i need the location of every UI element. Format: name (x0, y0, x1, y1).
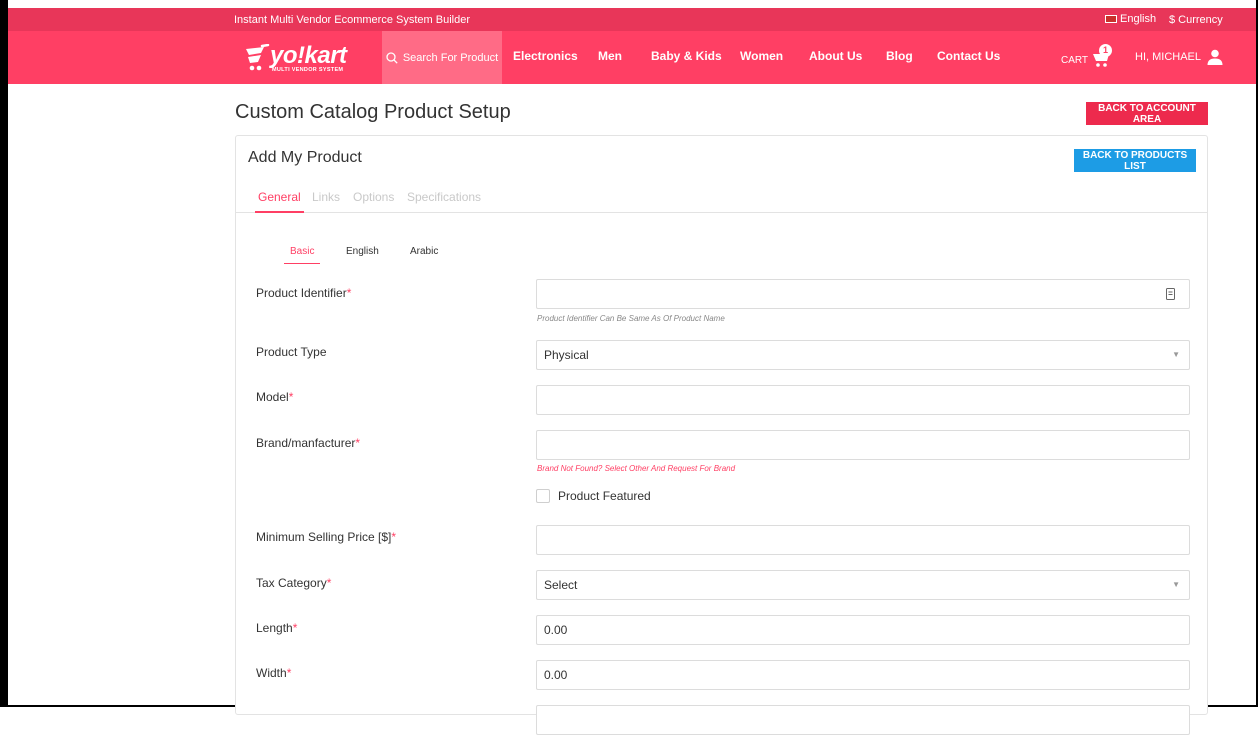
model-label: Model* (256, 390, 294, 404)
brand-input[interactable] (536, 430, 1190, 460)
nav-about-us[interactable]: About Us (809, 49, 862, 63)
width-label: Width* (256, 666, 292, 680)
product-featured-label: Product Featured (558, 489, 651, 503)
nav-baby-kids[interactable]: Baby & Kids (651, 49, 722, 63)
subtab-basic[interactable]: Basic (283, 246, 322, 264)
product-type-label: Product Type (256, 345, 327, 359)
length-input[interactable]: 0.00 (536, 615, 1190, 645)
product-form-card: Add My Product BACK TO PRODUCTS LIST Gen… (235, 135, 1208, 735)
tax-category-select[interactable]: Select ▼ (536, 570, 1190, 600)
cart-count-badge: 1 (1099, 44, 1112, 57)
tax-category-label: Tax Category* (256, 576, 332, 590)
nav-women[interactable]: Women (740, 49, 783, 63)
brand-help-link[interactable]: Brand Not Found? Select Other And Reques… (537, 464, 735, 473)
model-input[interactable] (536, 385, 1190, 415)
window-frame-left (0, 0, 8, 707)
logo-cart-icon (244, 43, 270, 79)
back-to-products-button[interactable]: BACK TO PRODUCTS LIST (1074, 149, 1196, 172)
nav-contact-us[interactable]: Contact Us (937, 49, 1000, 63)
tab-general[interactable]: General (255, 190, 304, 213)
product-identifier-label: Product Identifier* (256, 286, 352, 300)
search-icon (386, 51, 398, 64)
tab-options[interactable]: Options (353, 190, 394, 204)
subtab-english[interactable]: English (346, 246, 379, 257)
nav-electronics[interactable]: Electronics (513, 49, 578, 63)
product-identifier-input[interactable] (536, 279, 1190, 309)
length-label: Length* (256, 621, 298, 635)
top-strip: Instant Multi Vendor Ecommerce System Bu… (8, 8, 1256, 31)
user-icon (1207, 49, 1223, 65)
language-selector[interactable]: English (1105, 13, 1156, 25)
min-price-label: Minimum Selling Price [$]* (256, 530, 397, 544)
product-identifier-help: Product Identifier Can Be Same As Of Pro… (537, 314, 725, 323)
card-title: Add My Product (248, 149, 362, 166)
logo-text: yo!kart (270, 42, 347, 69)
height-input[interactable] (536, 705, 1190, 735)
search-button[interactable]: Search For Product (382, 31, 502, 84)
tab-specifications[interactable]: Specifications (407, 190, 481, 204)
cart-label: CART (1061, 55, 1089, 66)
site-logo[interactable]: yo!kart MULTI VENDOR SYSTEM (244, 42, 364, 74)
subtab-arabic[interactable]: Arabic (410, 246, 438, 257)
product-featured-checkbox[interactable] (536, 489, 550, 503)
chevron-down-icon: ▼ (1172, 580, 1180, 589)
user-menu[interactable]: HI, MICHAEL (1135, 49, 1223, 65)
tab-links[interactable]: Links (312, 190, 340, 204)
id-card-icon (1166, 288, 1175, 300)
site-tagline: Instant Multi Vendor Ecommerce System Bu… (234, 14, 470, 26)
language-label: English (1120, 13, 1157, 25)
search-label: Search For Product (402, 51, 499, 64)
min-price-input[interactable] (536, 525, 1190, 555)
cart-button[interactable]: CART 1 (1061, 44, 1112, 68)
form-tabs: General Links Options Specifications (236, 186, 1207, 213)
main-navbar: yo!kart MULTI VENDOR SYSTEM Search For P… (8, 31, 1256, 84)
flag-icon (1105, 15, 1117, 23)
nav-men[interactable]: Men (598, 49, 622, 63)
page-title: Custom Catalog Product Setup (235, 101, 511, 123)
currency-selector[interactable]: $ Currency (1169, 14, 1223, 26)
chevron-down-icon: ▼ (1172, 350, 1180, 359)
product-featured-row[interactable]: Product Featured (536, 489, 651, 503)
product-type-select[interactable]: Physical ▼ (536, 340, 1190, 370)
user-greeting: HI, MICHAEL (1135, 51, 1202, 63)
brand-label: Brand/manfacturer* (256, 436, 361, 450)
back-to-account-button[interactable]: BACK TO ACCOUNT AREA (1086, 102, 1208, 125)
logo-subtitle: MULTI VENDOR SYSTEM (272, 67, 344, 73)
nav-blog[interactable]: Blog (886, 49, 913, 63)
width-input[interactable]: 0.00 (536, 660, 1190, 690)
